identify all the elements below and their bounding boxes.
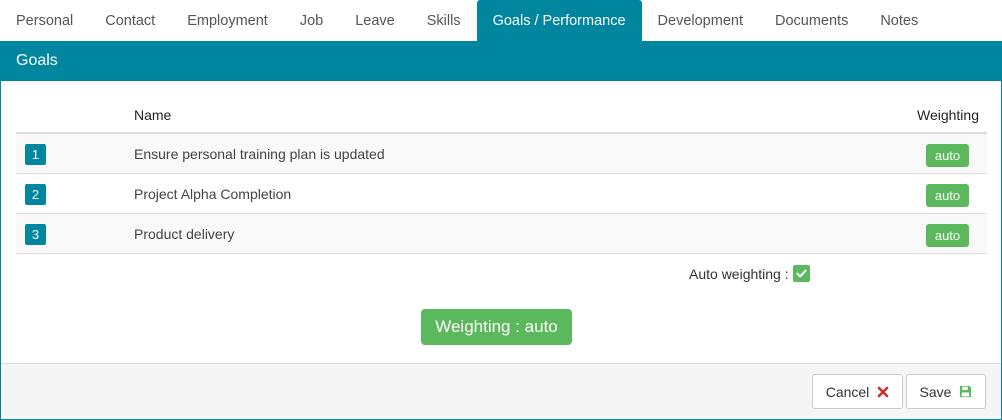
panel-title: Goals <box>1 41 1001 81</box>
save-button-label: Save <box>919 383 952 400</box>
tab-documents[interactable]: Documents <box>759 0 864 41</box>
tab-goals-performance[interactable]: Goals / Performance <box>476 0 642 41</box>
column-header-name: Name <box>134 107 172 123</box>
goals-panel: Goals Name Weighting 1 Ensure personal t… <box>0 41 1002 420</box>
weighting-auto-button[interactable]: Weighting : auto <box>421 309 572 345</box>
row-number-badge: 1 <box>25 144 46 165</box>
table-header: Name Weighting <box>16 93 987 134</box>
weighting-badge[interactable]: auto <box>926 184 969 207</box>
tab-personal[interactable]: Personal <box>0 0 89 41</box>
table-row[interactable]: 3 Product delivery auto <box>16 214 987 254</box>
panel-footer: Cancel Save <box>1 363 1001 419</box>
row-number-badge: 2 <box>25 184 46 205</box>
checkmark-icon <box>795 269 807 278</box>
table-row[interactable]: 1 Ensure personal training plan is updat… <box>16 134 987 174</box>
floppy-disk-icon <box>960 385 972 398</box>
auto-weighting-control: Auto weighting : <box>689 265 810 282</box>
weighting-badge[interactable]: auto <box>926 224 969 247</box>
goal-name: Ensure personal training plan is updated <box>134 146 385 162</box>
goals-table: Name Weighting 1 Ensure personal trainin… <box>16 93 987 254</box>
tab-job[interactable]: Job <box>284 0 339 41</box>
tab-employment[interactable]: Employment <box>171 0 284 41</box>
auto-weighting-label: Auto weighting : <box>689 265 789 282</box>
weighting-badge[interactable]: auto <box>926 144 969 167</box>
goal-name: Project Alpha Completion <box>134 186 292 202</box>
column-header-weighting: Weighting <box>916 107 979 123</box>
table-row[interactable]: 2 Project Alpha Completion auto <box>16 174 987 214</box>
close-icon <box>877 386 889 397</box>
auto-weighting-checkbox[interactable] <box>792 265 810 282</box>
tab-leave[interactable]: Leave <box>339 0 411 41</box>
tab-development[interactable]: Development <box>642 0 759 41</box>
save-button[interactable]: Save <box>906 374 986 409</box>
cancel-button-label: Cancel <box>825 383 870 400</box>
goal-name: Product delivery <box>134 226 235 242</box>
tab-contact[interactable]: Contact <box>89 0 171 41</box>
tab-bar: Personal Contact Employment Job Leave Sk… <box>0 0 1002 41</box>
tab-skills[interactable]: Skills <box>411 0 477 41</box>
tab-notes[interactable]: Notes <box>864 0 934 41</box>
row-number-badge: 3 <box>25 224 46 245</box>
cancel-button[interactable]: Cancel <box>812 374 903 409</box>
